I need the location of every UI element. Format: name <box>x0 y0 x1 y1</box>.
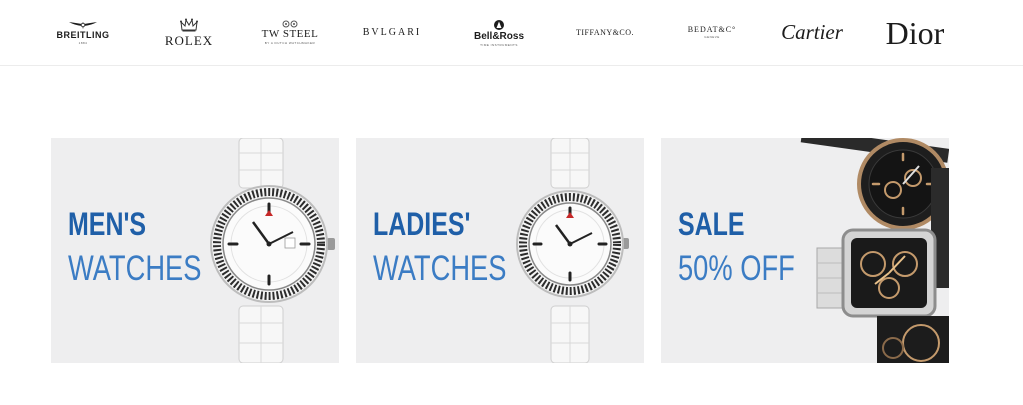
promo-card-sale[interactable]: SALE 50% OFF <box>661 138 949 363</box>
breitling-wings-icon <box>69 21 97 29</box>
brand-name-bedat: BEDAT&C° <box>687 25 737 34</box>
brand-link-bell-ross[interactable]: Bell&Ross TIME INSTRUMENTS <box>459 0 539 65</box>
promo-subtitle-mens: WATCHES <box>68 249 202 288</box>
brand-sub-bedat: GENEVE <box>704 35 720 39</box>
bell-ross-emblem-icon <box>494 19 504 30</box>
brand-link-cartier[interactable]: Cartier <box>770 0 854 65</box>
promo-title-mens: MEN'S <box>68 206 147 242</box>
promo-title-sale: SALE <box>678 206 745 242</box>
brand-name-tw-steel: TW STEEL <box>261 28 319 40</box>
brand-name-breitling: BREITLING <box>56 29 110 40</box>
brand-name-bulgari: BVLGARI <box>362 26 422 38</box>
brand-sub-bell-ross: TIME INSTRUMENTS <box>480 42 518 47</box>
promo-subtitle-sale: 50% OFF <box>678 249 795 288</box>
brand-logo-bar: BREITLING 1884 ROLEX TW STEEL BY A DUTCH… <box>0 0 1023 66</box>
brand-link-dior[interactable]: Dior <box>870 0 960 65</box>
brand-sub-breitling: 1884 <box>78 40 88 45</box>
brand-name-cartier: Cartier <box>781 20 843 44</box>
brand-link-breitling[interactable]: BREITLING 1884 <box>48 0 118 65</box>
promo-card-mens-watches[interactable]: MEN'S WATCHES <box>51 138 339 363</box>
brand-link-tiffany[interactable]: TIFFANY&CO. <box>565 0 645 65</box>
sale-watches-image <box>800 138 949 363</box>
brand-name-bell-ross: Bell&Ross <box>473 30 524 42</box>
brand-name-dior: Dior <box>885 14 945 51</box>
brand-link-bulgari[interactable]: BVLGARI <box>352 0 432 65</box>
brand-link-bedat[interactable]: BEDAT&C° GENEVE <box>672 0 752 65</box>
promo-title-ladies: LADIES' <box>373 206 471 242</box>
promo-card-ladies-watches[interactable]: LADIES' WATCHES <box>356 138 644 363</box>
promo-subtitle-ladies: WATCHES <box>373 249 507 288</box>
brand-link-tw-steel[interactable]: TW STEEL BY A DUTCH WATCHMAKER <box>251 0 329 65</box>
rolex-crown-icon <box>180 18 198 32</box>
brand-name-rolex: ROLEX <box>164 33 214 48</box>
tw-steel-crest-icon <box>282 20 298 28</box>
brand-link-rolex[interactable]: ROLEX <box>154 0 224 65</box>
mens-watch-image <box>210 138 335 363</box>
ladies-watch-image <box>516 138 629 363</box>
brand-name-tiffany: TIFFANY&CO. <box>575 27 635 37</box>
brand-sub-tw-steel: BY A DUTCH WATCHMAKER <box>264 41 316 45</box>
